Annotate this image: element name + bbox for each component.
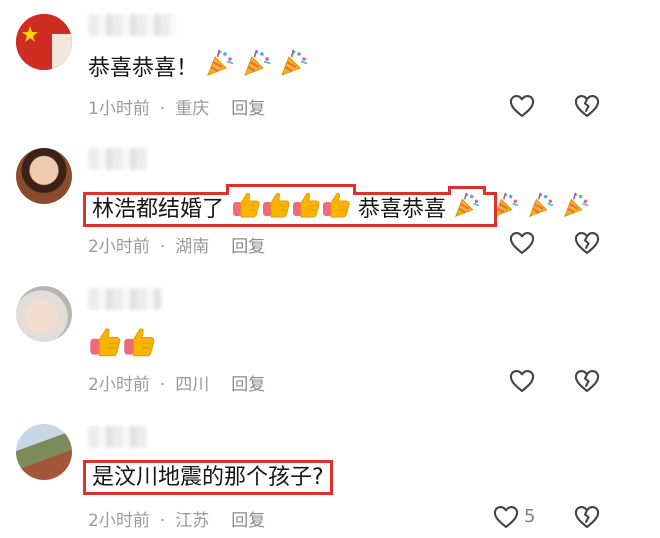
- comment-time: 1小时前: [88, 99, 150, 119]
- comment-item: 2小时前 · 四川 回复: [0, 280, 660, 400]
- avatar[interactable]: [16, 148, 72, 204]
- comment-text: 是汶川地震的那个孩子?: [83, 460, 333, 495]
- thumbs-up-emoji: [291, 189, 321, 219]
- thumbs-up-emoji: [88, 324, 122, 358]
- username-blurred: [88, 426, 148, 448]
- party-popper-emoji: [205, 48, 235, 78]
- comment-meta: 2小时前 · 江苏 回复: [88, 506, 265, 531]
- comment-time: 2小时前: [88, 511, 150, 531]
- highlight-box: 林浩都结婚了 恭喜恭喜: [82, 197, 498, 227]
- comment-item: 是汶川地震的那个孩子? 2小时前 · 江苏 回复 5: [0, 418, 660, 538]
- separator: ·: [159, 511, 166, 531]
- thumbs-up-emoji: [122, 324, 156, 358]
- party-popper-emoji: [562, 191, 590, 219]
- like-heart-icon[interactable]: [492, 503, 520, 531]
- comment-text: 林浩都结婚了 恭喜恭喜: [82, 189, 590, 227]
- avatar[interactable]: [16, 424, 72, 480]
- comment-time: 2小时前: [88, 237, 150, 257]
- like-heart-icon[interactable]: [508, 229, 536, 257]
- comment-location: 四川: [175, 375, 210, 395]
- comment-item: 林浩都结婚了 恭喜恭喜 2小时前 · 湖南 回复: [0, 140, 660, 270]
- avatar[interactable]: [16, 286, 72, 342]
- comment-item: 恭喜恭喜！ 1小时前 · 重庆 回复: [0, 0, 660, 130]
- comment-location: 重庆: [175, 99, 210, 119]
- comment-meta: 1小时前 · 重庆 回复: [88, 94, 265, 119]
- avatar[interactable]: [16, 14, 72, 70]
- reply-button[interactable]: 回复: [231, 94, 265, 119]
- like-count: 5: [524, 506, 536, 527]
- comment-location: 江苏: [175, 511, 210, 531]
- dislike-broken-heart-icon[interactable]: [573, 92, 601, 120]
- reply-button[interactable]: 回复: [231, 232, 265, 257]
- username-blurred: [88, 288, 162, 310]
- separator: ·: [159, 237, 166, 257]
- comment-location: 湖南: [175, 237, 210, 257]
- like-heart-icon[interactable]: [508, 367, 536, 395]
- party-popper-emoji: [279, 48, 309, 78]
- comment-text: 恭喜恭喜！: [88, 48, 309, 84]
- comment-text: [88, 324, 156, 364]
- username-blurred: [88, 148, 148, 170]
- reply-button[interactable]: 回复: [231, 370, 265, 395]
- flag-avatar-icon: [16, 14, 72, 70]
- comment-meta: 2小时前 · 湖南 回复: [88, 232, 265, 257]
- party-popper-emoji: [492, 191, 520, 219]
- comment-meta: 2小时前 · 四川 回复: [88, 370, 265, 395]
- comment-time: 2小时前: [88, 375, 150, 395]
- thumbs-up-emoji: [321, 189, 351, 219]
- party-popper-emoji: [527, 191, 555, 219]
- dislike-broken-heart-icon[interactable]: [573, 503, 601, 531]
- highlight-box: 是汶川地震的那个孩子?: [83, 460, 333, 495]
- thumbs-up-emoji: [231, 189, 261, 219]
- thumbs-up-emoji: [261, 189, 291, 219]
- like-heart-icon[interactable]: [508, 92, 536, 120]
- separator: ·: [159, 99, 166, 119]
- username-blurred: [88, 14, 176, 36]
- dislike-broken-heart-icon[interactable]: [573, 367, 601, 395]
- separator: ·: [159, 375, 166, 395]
- reply-button[interactable]: 回复: [231, 506, 265, 531]
- dislike-broken-heart-icon[interactable]: [573, 229, 601, 257]
- party-popper-emoji: [242, 48, 272, 78]
- party-popper-emoji: [453, 191, 481, 219]
